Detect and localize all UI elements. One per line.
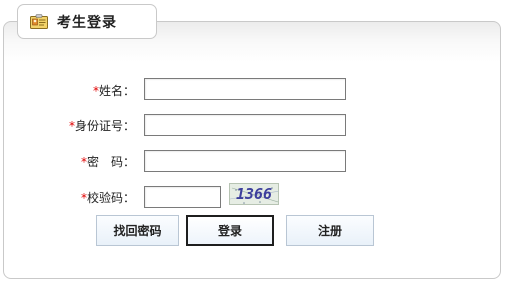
id-label-wrap: *身份证号： [0, 114, 135, 136]
name-input[interactable] [144, 78, 346, 100]
password-label: *密 码： [80, 155, 135, 169]
login-button[interactable]: 登录 [186, 215, 274, 246]
captcha-text: 1366 [235, 185, 273, 203]
find-password-button[interactable]: 找回密码 [96, 215, 179, 246]
id-number-label: *身份证号： [68, 119, 135, 133]
id-number-input[interactable] [144, 114, 346, 136]
password-input[interactable] [144, 150, 346, 172]
captcha-image[interactable]: 1366 [229, 183, 279, 205]
id-card-icon [30, 13, 48, 30]
page-title: 考生登录 [57, 14, 117, 31]
name-label: *姓名： [92, 84, 135, 98]
captcha-input[interactable] [144, 186, 221, 208]
register-button[interactable]: 注册 [286, 215, 374, 246]
name-label-wrap: *姓名： [0, 79, 135, 101]
password-label-wrap: *密 码： [0, 150, 135, 172]
captcha-label-wrap: *校验码： [0, 186, 135, 208]
captcha-label: *校验码： [80, 191, 135, 205]
panel-header-tab: 考生登录 [17, 4, 157, 39]
